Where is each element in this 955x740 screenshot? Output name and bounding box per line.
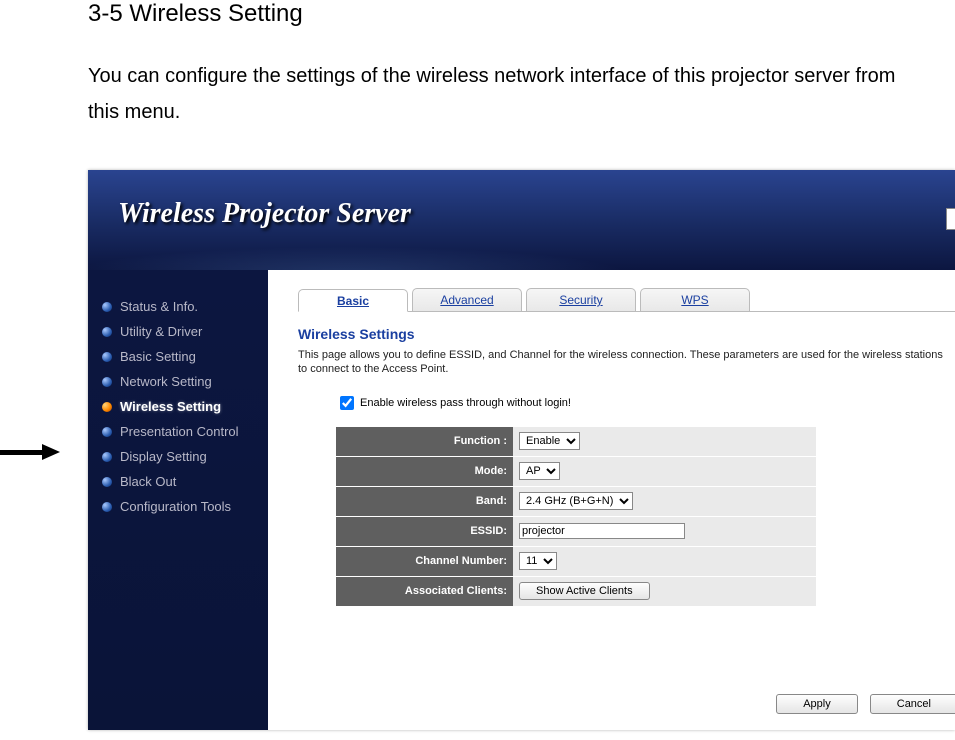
band-label: Band:	[336, 486, 513, 516]
sidebar-item-presentation-control[interactable]: Presentation Control	[88, 419, 268, 444]
bullet-icon	[102, 502, 112, 512]
show-active-clients-button[interactable]: Show Active Clients	[519, 582, 650, 600]
pointer-arrow	[0, 445, 62, 459]
sidebar-item-label: Status & Info.	[120, 299, 198, 314]
channel-select[interactable]: 11	[519, 552, 557, 570]
mode-label: Mode:	[336, 456, 513, 486]
tab-basic[interactable]: Basic	[298, 289, 408, 312]
sidebar-item-label: Display Setting	[120, 449, 207, 464]
tab-advanced[interactable]: Advanced	[412, 288, 522, 311]
table-row: Associated Clients: Show Active Clients	[336, 576, 816, 606]
doc-paragraph: You can configure the settings of the wi…	[88, 58, 905, 130]
passthrough-checkbox[interactable]	[340, 396, 354, 410]
language-selector[interactable]	[946, 208, 955, 230]
cancel-button[interactable]: Cancel	[870, 694, 955, 714]
mode-select[interactable]: AP	[519, 462, 560, 480]
function-select[interactable]: Enable	[519, 432, 580, 450]
app-title: Wireless Projector Server	[118, 198, 411, 230]
settings-table: Function : Enable Mode: AP	[336, 427, 816, 607]
essid-label: ESSID:	[336, 516, 513, 546]
sidebar-item-label: Network Setting	[120, 374, 212, 389]
bullet-icon	[102, 452, 112, 462]
sidebar-item-label: Wireless Setting	[120, 399, 221, 414]
footer-buttons: Apply Cancel	[776, 694, 955, 714]
band-select[interactable]: 2.4 GHz (B+G+N)	[519, 492, 633, 510]
sidebar-item-configuration-tools[interactable]: Configuration Tools	[88, 494, 268, 519]
bullet-icon	[102, 327, 112, 337]
sidebar-item-label: Configuration Tools	[120, 499, 231, 514]
bullet-icon	[102, 377, 112, 387]
sidebar-item-network-setting[interactable]: Network Setting	[88, 369, 268, 394]
table-row: Channel Number: 11	[336, 546, 816, 576]
apply-button[interactable]: Apply	[776, 694, 858, 714]
sidebar-item-label: Presentation Control	[120, 424, 239, 439]
sidebar-item-status-info[interactable]: Status & Info.	[88, 294, 268, 319]
channel-label: Channel Number:	[336, 546, 513, 576]
sidebar-item-basic-setting[interactable]: Basic Setting	[88, 344, 268, 369]
doc-heading: 3-5 Wireless Setting	[88, 0, 955, 28]
passthrough-checkbox-label: Enable wireless pass through without log…	[360, 397, 571, 409]
content-pane: Basic Advanced Security WPS Wireless Set…	[268, 270, 955, 730]
passthrough-checkbox-row: Enable wireless pass through without log…	[336, 393, 955, 413]
table-row: Band: 2.4 GHz (B+G+N)	[336, 486, 816, 516]
tab-bar: Basic Advanced Security WPS	[298, 288, 955, 312]
section-title: Wireless Settings	[298, 326, 955, 342]
sidebar-item-display-setting[interactable]: Display Setting	[88, 444, 268, 469]
sidebar-item-label: Basic Setting	[120, 349, 196, 364]
bullet-icon	[102, 352, 112, 362]
sidebar-item-label: Utility & Driver	[120, 324, 202, 339]
bullet-icon	[102, 477, 112, 487]
sidebar-item-utility-driver[interactable]: Utility & Driver	[88, 319, 268, 344]
sidebar-item-wireless-setting[interactable]: Wireless Setting	[88, 394, 268, 419]
sidebar-item-black-out[interactable]: Black Out	[88, 469, 268, 494]
screenshot-frame: Wireless Projector Server Status & Info.…	[88, 170, 955, 730]
app-header: Wireless Projector Server	[88, 170, 955, 270]
function-label: Function :	[336, 427, 513, 457]
bullet-icon-active	[102, 402, 112, 412]
table-row: Mode: AP	[336, 456, 816, 486]
sidebar: Status & Info. Utility & Driver Basic Se…	[88, 270, 268, 730]
bullet-icon	[102, 427, 112, 437]
essid-input[interactable]	[519, 523, 685, 539]
table-row: ESSID:	[336, 516, 816, 546]
table-row: Function : Enable	[336, 427, 816, 457]
clients-label: Associated Clients:	[336, 576, 513, 606]
bullet-icon	[102, 302, 112, 312]
sidebar-item-label: Black Out	[120, 474, 176, 489]
tab-wps[interactable]: WPS	[640, 288, 750, 311]
tab-security[interactable]: Security	[526, 288, 636, 311]
section-description: This page allows you to define ESSID, an…	[298, 348, 947, 377]
